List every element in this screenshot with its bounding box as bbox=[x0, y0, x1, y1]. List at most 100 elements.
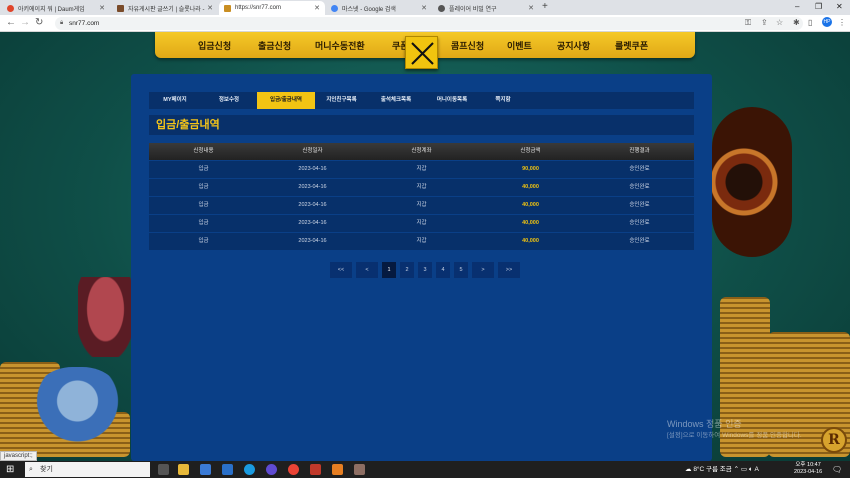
tab-title: 플레이어 비밀 연구 bbox=[449, 6, 497, 13]
page-button[interactable]: 5 bbox=[454, 262, 468, 278]
table-row: 입금 2023-04-16 지갑 90,000 승인완료 bbox=[149, 161, 694, 178]
volume-icon[interactable]: 🔈︎ bbox=[749, 466, 753, 473]
taskbar-clock[interactable]: 오후 10:47 2023-04-16 bbox=[794, 462, 822, 476]
close-tab-icon[interactable]: ✕ bbox=[528, 4, 534, 12]
close-tab-icon[interactable]: ✕ bbox=[421, 4, 427, 12]
cell-amount: 40,000 bbox=[522, 220, 539, 226]
tab-title: https://snr77.com bbox=[235, 5, 282, 11]
next-page-button[interactable]: > bbox=[472, 262, 494, 278]
profile-avatar[interactable]: HP bbox=[822, 17, 832, 27]
tab-title: 자유게시판 글쓰기 | 슬롯나라 - bbox=[128, 6, 205, 13]
cell-status: 승인완료 bbox=[629, 184, 650, 190]
menu-deposit[interactable]: 입금신청 bbox=[198, 39, 231, 52]
menu-notice[interactable]: 공지사항 bbox=[557, 39, 590, 52]
cell-amount: 90,000 bbox=[522, 166, 539, 172]
media-player-icon[interactable] bbox=[266, 464, 277, 475]
app-icon[interactable] bbox=[332, 464, 343, 475]
browser-tab[interactable]: 마스넷 - Google 검색 ✕ bbox=[326, 1, 432, 15]
menu-kebab-icon[interactable]: ⋮ bbox=[838, 18, 846, 27]
close-tab-icon[interactable]: ✕ bbox=[99, 4, 105, 12]
site-logo[interactable]: R bbox=[821, 427, 847, 453]
browser-tab[interactable]: 아키에이지 워 | Daum게임 ✕ bbox=[2, 1, 110, 15]
page-button[interactable]: 3 bbox=[418, 262, 432, 278]
minimize-button[interactable]: – bbox=[795, 2, 799, 11]
tab-transactions[interactable]: 입금/출금내역 bbox=[257, 92, 315, 109]
chrome-icon[interactable] bbox=[288, 464, 299, 475]
last-page-button[interactable]: >> bbox=[498, 262, 520, 278]
taskbar-search[interactable]: ⌕ 찾기 bbox=[25, 462, 150, 477]
app-icon[interactable] bbox=[310, 464, 321, 475]
windows-start-icon[interactable]: ⊞ bbox=[6, 464, 14, 475]
weather-text[interactable]: 8°C 구름 조금 bbox=[693, 466, 731, 473]
status-bar-link: javascript:; bbox=[0, 451, 37, 461]
side-panel-icon[interactable]: ▯ bbox=[808, 18, 812, 27]
cell-account: 지갑 bbox=[416, 166, 427, 172]
back-arrow-icon[interactable]: ← bbox=[6, 17, 16, 28]
page-button[interactable]: 4 bbox=[436, 262, 450, 278]
address-text: snr77.com bbox=[69, 20, 100, 27]
forward-arrow-icon[interactable]: → bbox=[20, 17, 30, 28]
cell-account: 지갑 bbox=[416, 202, 427, 208]
close-icon bbox=[411, 42, 434, 65]
close-tab-icon[interactable]: ✕ bbox=[207, 4, 213, 12]
cell-date: 2023-04-16 bbox=[298, 202, 327, 208]
share-icon[interactable]: ⇪ bbox=[761, 18, 768, 27]
first-page-button[interactable]: << bbox=[330, 262, 352, 278]
cell-date: 2023-04-16 bbox=[298, 166, 327, 172]
menu-comp[interactable]: 콤프신청 bbox=[451, 39, 484, 52]
close-button[interactable] bbox=[405, 36, 438, 69]
browser-tab[interactable]: 자유게시판 글쓰기 | 슬롯나라 - ✕ bbox=[112, 1, 218, 15]
address-bar[interactable]: 🔒︎ snr77.com bbox=[55, 17, 803, 30]
menu-money-convert[interactable]: 머니수동전환 bbox=[315, 39, 365, 52]
file-explorer-icon[interactable] bbox=[178, 464, 189, 475]
site-favicon-icon bbox=[224, 4, 231, 12]
cell-type: 입금 bbox=[198, 184, 209, 190]
table-header: 신청내용 신청일자 신청계좌 신청금액 진행결과 bbox=[149, 143, 694, 160]
page-button[interactable]: 2 bbox=[400, 262, 414, 278]
page-button-current[interactable]: 1 bbox=[382, 262, 396, 278]
tab-mypage[interactable]: MY페이지 bbox=[149, 92, 201, 109]
google-icon bbox=[331, 4, 338, 12]
cell-amount: 40,000 bbox=[522, 238, 539, 244]
menu-withdraw[interactable]: 출금신청 bbox=[258, 39, 291, 52]
column-header: 신청계좌 bbox=[411, 148, 432, 154]
menu-roulette-coupon[interactable]: 룰렛쿠폰 bbox=[615, 39, 648, 52]
store-icon[interactable] bbox=[200, 464, 211, 475]
bookmark-star-icon[interactable]: ☆ bbox=[776, 18, 783, 27]
site-favicon-icon bbox=[7, 4, 14, 12]
tab-attendance[interactable]: 출석체크목록 bbox=[368, 92, 424, 109]
menu-event[interactable]: 이벤트 bbox=[507, 39, 532, 52]
browser-tab[interactable]: 플레이어 비밀 연구 ✕ bbox=[433, 1, 539, 15]
weather-icon[interactable]: ☁ bbox=[685, 466, 692, 473]
tab-money-move[interactable]: 머니이동목록 bbox=[424, 92, 480, 109]
prev-page-button[interactable]: < bbox=[356, 262, 378, 278]
tab-messages[interactable]: 쪽지함 bbox=[480, 92, 526, 109]
edge-icon[interactable] bbox=[244, 464, 255, 475]
extensions-icon[interactable]: ✱ bbox=[793, 18, 800, 27]
tray-chevron-icon[interactable]: ⌃ bbox=[734, 466, 739, 473]
windows-activation-subtext: [설정]으로 이동하여 Windows를 정품 인증합니다. bbox=[667, 432, 802, 439]
close-window-button[interactable]: ✕ bbox=[836, 2, 843, 11]
maximize-button[interactable]: ❐ bbox=[815, 2, 822, 11]
tab-edit-info[interactable]: 정보수정 bbox=[201, 92, 257, 109]
browser-tab-active[interactable]: https://snr77.com ✕ bbox=[219, 1, 325, 15]
key-icon[interactable]: ⚿ bbox=[745, 18, 751, 28]
cell-account: 지갑 bbox=[416, 238, 427, 244]
close-tab-icon[interactable]: ✕ bbox=[314, 4, 320, 12]
mypage-subnav: MY페이지 정보수정 입금/출금내역 지인친구목록 출석체크목록 머니이동목록 … bbox=[149, 92, 694, 109]
table-row: 입금 2023-04-16 지갑 40,000 승인완료 bbox=[149, 215, 694, 232]
table-row: 입금 2023-04-16 지갑 40,000 승인완료 bbox=[149, 197, 694, 214]
tab-title: 마스넷 - Google 검색 bbox=[342, 6, 396, 13]
cell-status: 승인완료 bbox=[629, 202, 650, 208]
mail-icon[interactable] bbox=[222, 464, 233, 475]
tab-friends[interactable]: 지인친구목록 bbox=[315, 92, 368, 109]
task-view-icon[interactable] bbox=[158, 464, 169, 475]
new-tab-button[interactable]: + bbox=[542, 1, 548, 12]
cell-date: 2023-04-16 bbox=[298, 238, 327, 244]
app-icon[interactable] bbox=[354, 464, 365, 475]
notification-icon[interactable]: 🗨︎ bbox=[832, 465, 842, 474]
ime-indicator[interactable]: A bbox=[755, 466, 759, 473]
character-illustration bbox=[78, 277, 133, 357]
network-icon[interactable]: ▭ bbox=[741, 466, 747, 473]
reload-icon[interactable]: ↻ bbox=[35, 17, 43, 28]
